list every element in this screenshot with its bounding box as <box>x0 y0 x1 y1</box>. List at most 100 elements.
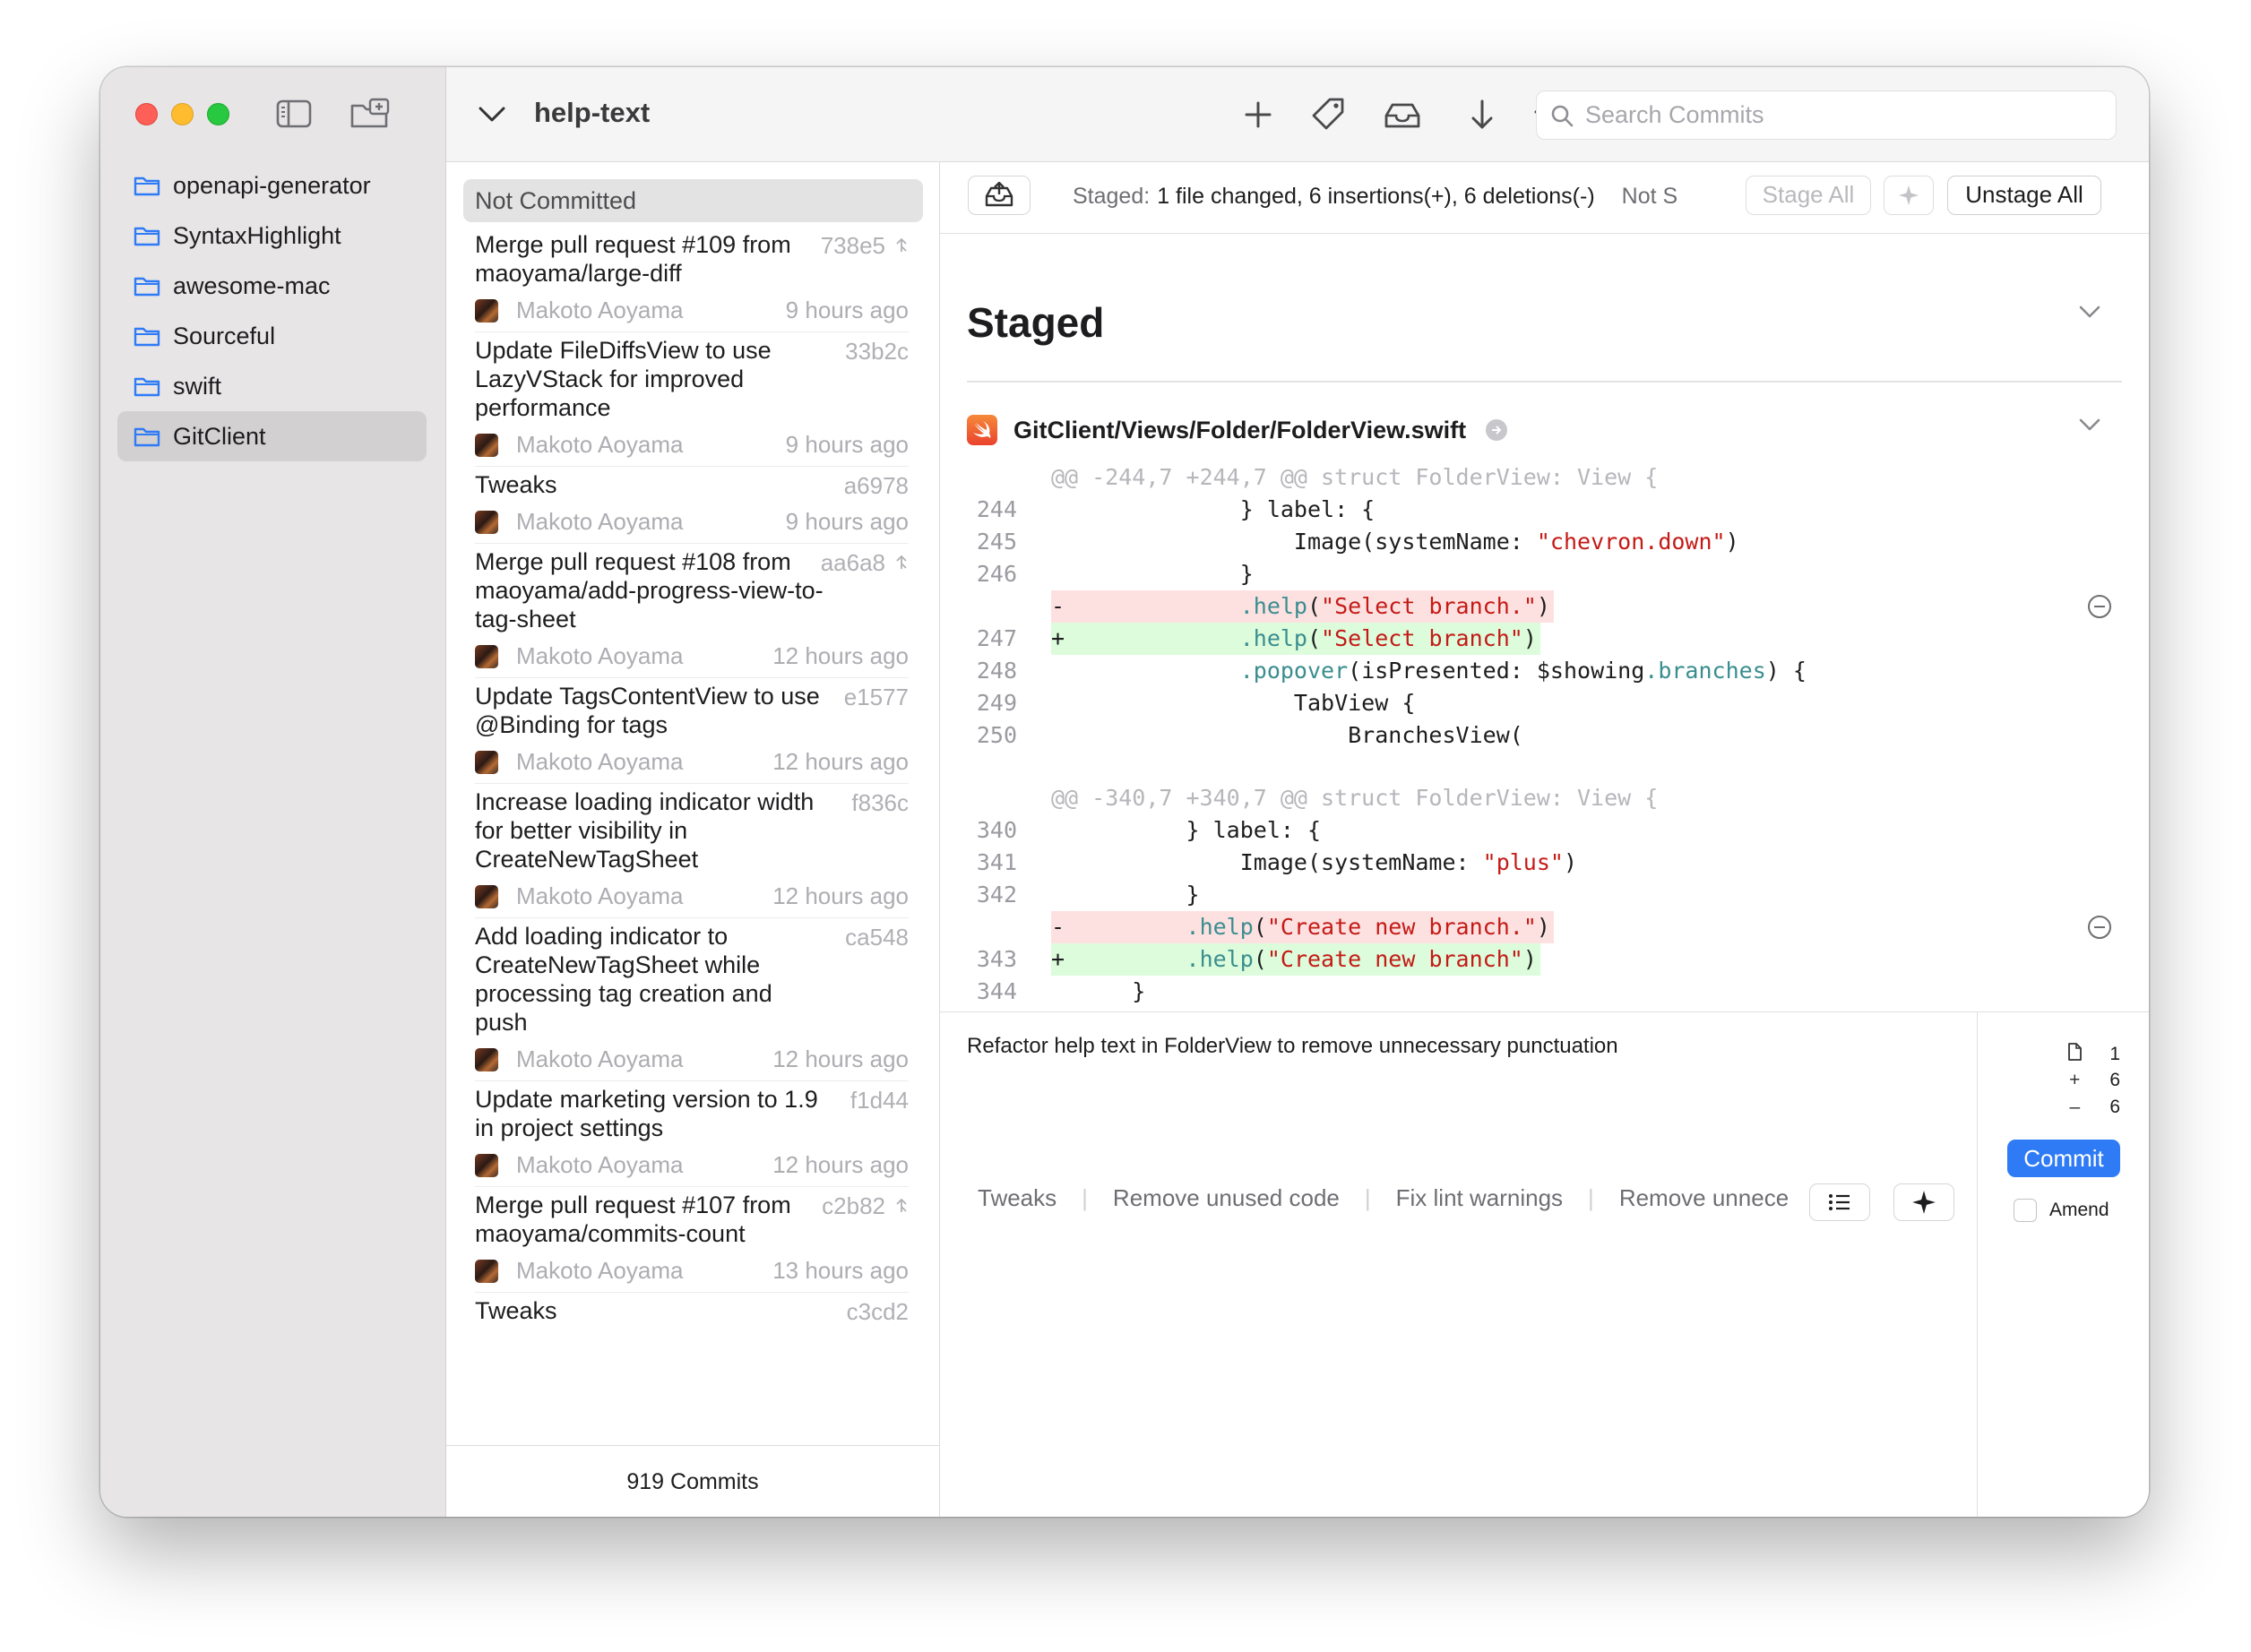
generate-message-button[interactable] <box>1893 1183 1954 1221</box>
commit-time: 12 hours ago <box>772 748 909 775</box>
files-changed-count: 1 <box>2109 1044 2120 1064</box>
search-input[interactable]: Search Commits <box>1536 90 2117 140</box>
commit-time: 12 hours ago <box>772 1151 909 1178</box>
sidebar: openapi-generator SyntaxHighlight awesom… <box>100 67 446 1517</box>
files-changed-stat: 1 <box>2065 1043 2120 1066</box>
commit-row[interactable]: Increase loading indicator width for bet… <box>475 784 909 918</box>
unstage-all-button[interactable]: Unstage All <box>1947 176 2101 215</box>
close-window-button[interactable] <box>135 103 158 125</box>
arrow-right-icon[interactable] <box>1486 419 1508 441</box>
commit-meta: Makoto Aoyama 9 hours ago <box>475 424 909 467</box>
commit-row[interactable]: Update FileDiffsView to use LazyVStack f… <box>475 332 909 467</box>
commit-row[interactable]: Merge pull request #109 from maoyama/lar… <box>475 227 909 332</box>
commit-row[interactable]: Tweaks c3cd2 <box>475 1293 909 1325</box>
suggestion-item[interactable]: Tweaks <box>978 1184 1057 1212</box>
commit-sha-text: ca548 <box>845 924 909 951</box>
deletions-stat: – 6 <box>2065 1097 2120 1118</box>
sidebar-item-sourceful[interactable]: Sourceful <box>117 311 427 361</box>
sparkle-icon <box>1912 1191 1936 1214</box>
commit-row[interactable]: Add loading indicator to CreateNewTagShe… <box>475 918 909 1081</box>
repository-list: openapi-generator SyntaxHighlight awesom… <box>117 160 427 461</box>
commit-meta: Makoto Aoyama 12 hours ago <box>475 875 909 918</box>
add-folder-icon[interactable] <box>349 98 392 130</box>
app-window: openapi-generator SyntaxHighlight awesom… <box>100 67 2149 1517</box>
commit-sha: 738e5 <box>821 232 909 260</box>
commit-list: Merge pull request #109 from maoyama/lar… <box>475 227 909 1325</box>
diff-line-deleted: - .help("Select branch.") <box>967 590 2149 623</box>
hunk-header: @@ -340,7 +340,7 @@ struct FolderView: V… <box>1051 785 1659 811</box>
diff-line: 342 } <box>976 882 1200 908</box>
folder-icon <box>134 227 160 246</box>
sidebar-toggle-icon[interactable] <box>275 98 313 130</box>
avatar <box>475 644 498 668</box>
minimize-window-button[interactable] <box>171 103 194 125</box>
diff-line: 246 } <box>976 561 1254 587</box>
commit-sha-text: f1d44 <box>850 1087 909 1114</box>
suggestion-item[interactable]: Fix lint warnings <box>1396 1184 1563 1212</box>
commit-row[interactable]: Tweaks a6978 Makoto Aoyama 9 hours ago <box>475 467 909 544</box>
staged-summary-text: 1 file changed, 6 insertions(+), 6 delet… <box>1157 184 1595 209</box>
tag-icon[interactable] <box>1310 96 1348 133</box>
commit-time: 12 hours ago <box>772 1045 909 1072</box>
commit-sha: c3cd2 <box>847 1298 909 1326</box>
commit-author: Makoto Aoyama <box>516 508 684 535</box>
commit-sha: aa6a8 <box>821 549 909 577</box>
ai-sparkle-button[interactable] <box>1884 176 1934 215</box>
commit-row[interactable]: Update TagsContentView to use @Binding f… <box>475 678 909 784</box>
deletions-count: 6 <box>2109 1097 2120 1117</box>
commit-message-input[interactable]: Refactor help text in FolderView to remo… <box>967 1034 1618 1059</box>
commit-list-panel: Not Committed Merge pull request #109 fr… <box>446 162 940 1517</box>
staged-tray-button[interactable] <box>968 176 1031 215</box>
sparkle-icon <box>1899 185 1919 205</box>
stage-all-button[interactable]: Stage All <box>1746 176 1871 215</box>
branch-name[interactable]: help-text <box>534 97 650 129</box>
stash-tray-icon[interactable] <box>1382 96 1423 133</box>
commit-time: 9 hours ago <box>785 431 909 458</box>
commit-sha-text: c2b82 <box>822 1192 885 1219</box>
sidebar-item-label: Sourceful <box>173 322 276 349</box>
commit-row[interactable]: Merge pull request #108 from maoyama/add… <box>475 544 909 678</box>
zoom-window-button[interactable] <box>207 103 229 125</box>
suggestion-list-button[interactable] <box>1809 1183 1870 1221</box>
chevron-down-icon[interactable] <box>2077 302 2102 326</box>
pull-arrow-down-icon[interactable] <box>1463 96 1501 133</box>
suggestion-item[interactable]: Remove unused code <box>1113 1184 1340 1212</box>
chevron-down-icon[interactable] <box>2077 415 2102 439</box>
commit-row[interactable]: Update marketing version to 1.9 in proje… <box>475 1081 909 1187</box>
diff-line: 248 .popover(isPresented: $showing.branc… <box>976 658 1807 684</box>
unstage-hunk-icon[interactable] <box>2088 916 2111 939</box>
commit-meta: Makoto Aoyama 9 hours ago <box>475 289 909 332</box>
suggestion-item[interactable]: Remove unnece <box>1619 1184 1789 1212</box>
sidebar-item-swift[interactable]: swift <box>117 361 427 411</box>
sidebar-item-gitclient[interactable]: GitClient <box>117 411 427 461</box>
commit-message: Merge pull request #108 from maoyama/add… <box>475 548 824 632</box>
avatar <box>475 1047 498 1071</box>
commit-row[interactable]: Merge pull request #107 from maoyama/com… <box>475 1187 909 1293</box>
not-committed-item[interactable]: Not Committed <box>463 179 923 222</box>
avatar <box>475 750 498 774</box>
sidebar-item-syntaxhighlight[interactable]: SyntaxHighlight <box>117 211 427 261</box>
folder-icon <box>134 377 160 397</box>
commit-author: Makoto Aoyama <box>516 748 684 775</box>
file-header[interactable]: GitClient/Views/Folder/FolderView.swift <box>967 415 1508 445</box>
commit-time: 13 hours ago <box>772 1257 909 1284</box>
amend-toggle[interactable]: Amend <box>2014 1199 2109 1222</box>
sidebar-item-label: GitClient <box>173 422 266 450</box>
sidebar-item-awesome-mac[interactable]: awesome-mac <box>117 261 427 311</box>
commit-author: Makoto Aoyama <box>516 1257 684 1284</box>
commit-author: Makoto Aoyama <box>516 1045 684 1072</box>
amend-checkbox[interactable] <box>2014 1199 2037 1222</box>
commit-button[interactable]: Commit <box>2007 1140 2120 1177</box>
chevron-down-icon[interactable] <box>477 101 507 128</box>
commit-message: Tweaks <box>475 1297 557 1324</box>
commit-message: Update TagsContentView to use @Binding f… <box>475 683 820 738</box>
plus-icon[interactable] <box>1239 96 1277 133</box>
diff-line: 245 Image(systemName: "chevron.down") <box>976 529 1739 555</box>
commit-author: Makoto Aoyama <box>516 642 684 669</box>
diff-line: 250 BranchesView( <box>976 722 1523 748</box>
swift-file-icon <box>967 415 997 445</box>
diff-line-added: 247 + .help("Select branch") <box>967 623 2149 655</box>
unstage-hunk-icon[interactable] <box>2088 595 2111 618</box>
commit-time: 12 hours ago <box>772 642 909 669</box>
sidebar-item-openapi-generator[interactable]: openapi-generator <box>117 160 427 211</box>
